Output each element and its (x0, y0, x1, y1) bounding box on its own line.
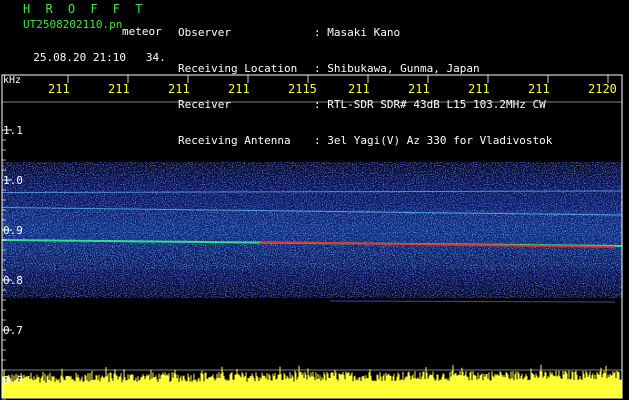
spectrogram: 1.11.00.90.80.70.6 211 211 211 211 2115 211 21… (1, 74, 623, 400)
time-tick-label: 211 (468, 82, 490, 96)
time-tick-label: 2120 (588, 82, 617, 96)
time-tick-label: 211 (408, 82, 430, 96)
time-axis: 211 211 211 211 2115 211 211 211 211 2120 (48, 75, 617, 96)
time-tick-label: 211 (108, 82, 130, 96)
time-tick-label: 211 (348, 82, 370, 96)
y-tick-label: 1.1 (3, 124, 23, 137)
amplitude-bar (2, 364, 622, 398)
y-tick-label: 1.0 (3, 174, 23, 187)
y-tick-label: 0.7 (3, 324, 23, 337)
time-tick-label: 211 (528, 82, 550, 96)
time-tick-label: 211 (48, 82, 70, 96)
y-tick-label: 0.8 (3, 274, 23, 287)
amplitude-bars (2, 364, 622, 398)
low-trace (329, 300, 616, 303)
time-tick-label: 211 (228, 82, 250, 96)
y-tick-label: 0.9 (3, 224, 23, 237)
noise-band (2, 160, 622, 300)
y-tick-label: 0.6 (3, 374, 23, 387)
time-tick-label: 2115 (288, 82, 317, 96)
time-tick-label: 211 (168, 82, 190, 96)
